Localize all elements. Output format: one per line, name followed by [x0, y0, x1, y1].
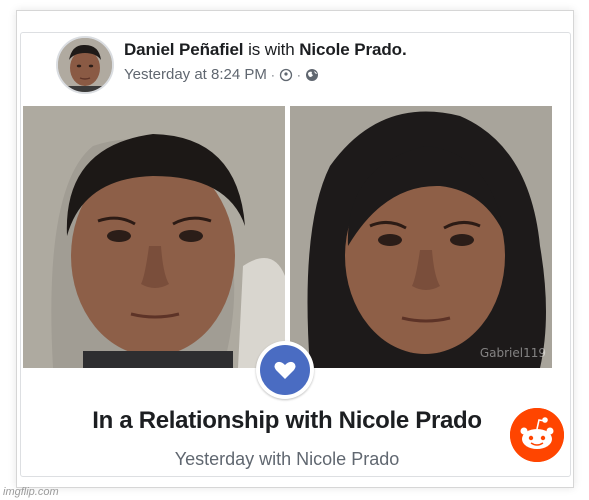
boy-photo — [23, 106, 285, 368]
post-header-line: Daniel Peñafiel is with Nicole Prado. — [124, 40, 407, 60]
photo-right[interactable]: Gabriel119 — [290, 106, 552, 368]
timestamp[interactable]: Yesterday at 8:24 PM — [124, 66, 267, 83]
separator: · — [270, 67, 275, 82]
author-name[interactable]: Daniel Peñafiel — [124, 40, 244, 59]
avatar-image — [58, 38, 112, 92]
photo-left[interactable] — [23, 106, 285, 368]
globe-icon[interactable] — [305, 68, 319, 82]
tagged-name[interactable]: Nicole Prado. — [299, 40, 406, 59]
life-event-badge — [256, 341, 314, 399]
heart-icon — [274, 361, 296, 379]
badge-circle — [260, 345, 310, 395]
photo-watermark: Gabriel119 — [479, 346, 546, 360]
girl-photo — [290, 106, 552, 368]
life-event-subline: Yesterday with Nicole Prado — [174, 449, 400, 469]
post-meta: Yesterday at 8:24 PM · · — [124, 66, 319, 83]
with-text: is with — [248, 40, 295, 59]
imgflip-watermark: imgflip.com — [3, 486, 59, 498]
separator-2: · — [296, 67, 301, 82]
friends-icon — [279, 68, 293, 82]
life-event-headline: In a Relationship with Nicole Prado — [92, 407, 482, 434]
author-avatar[interactable] — [56, 36, 114, 94]
reddit-icon — [510, 408, 564, 462]
